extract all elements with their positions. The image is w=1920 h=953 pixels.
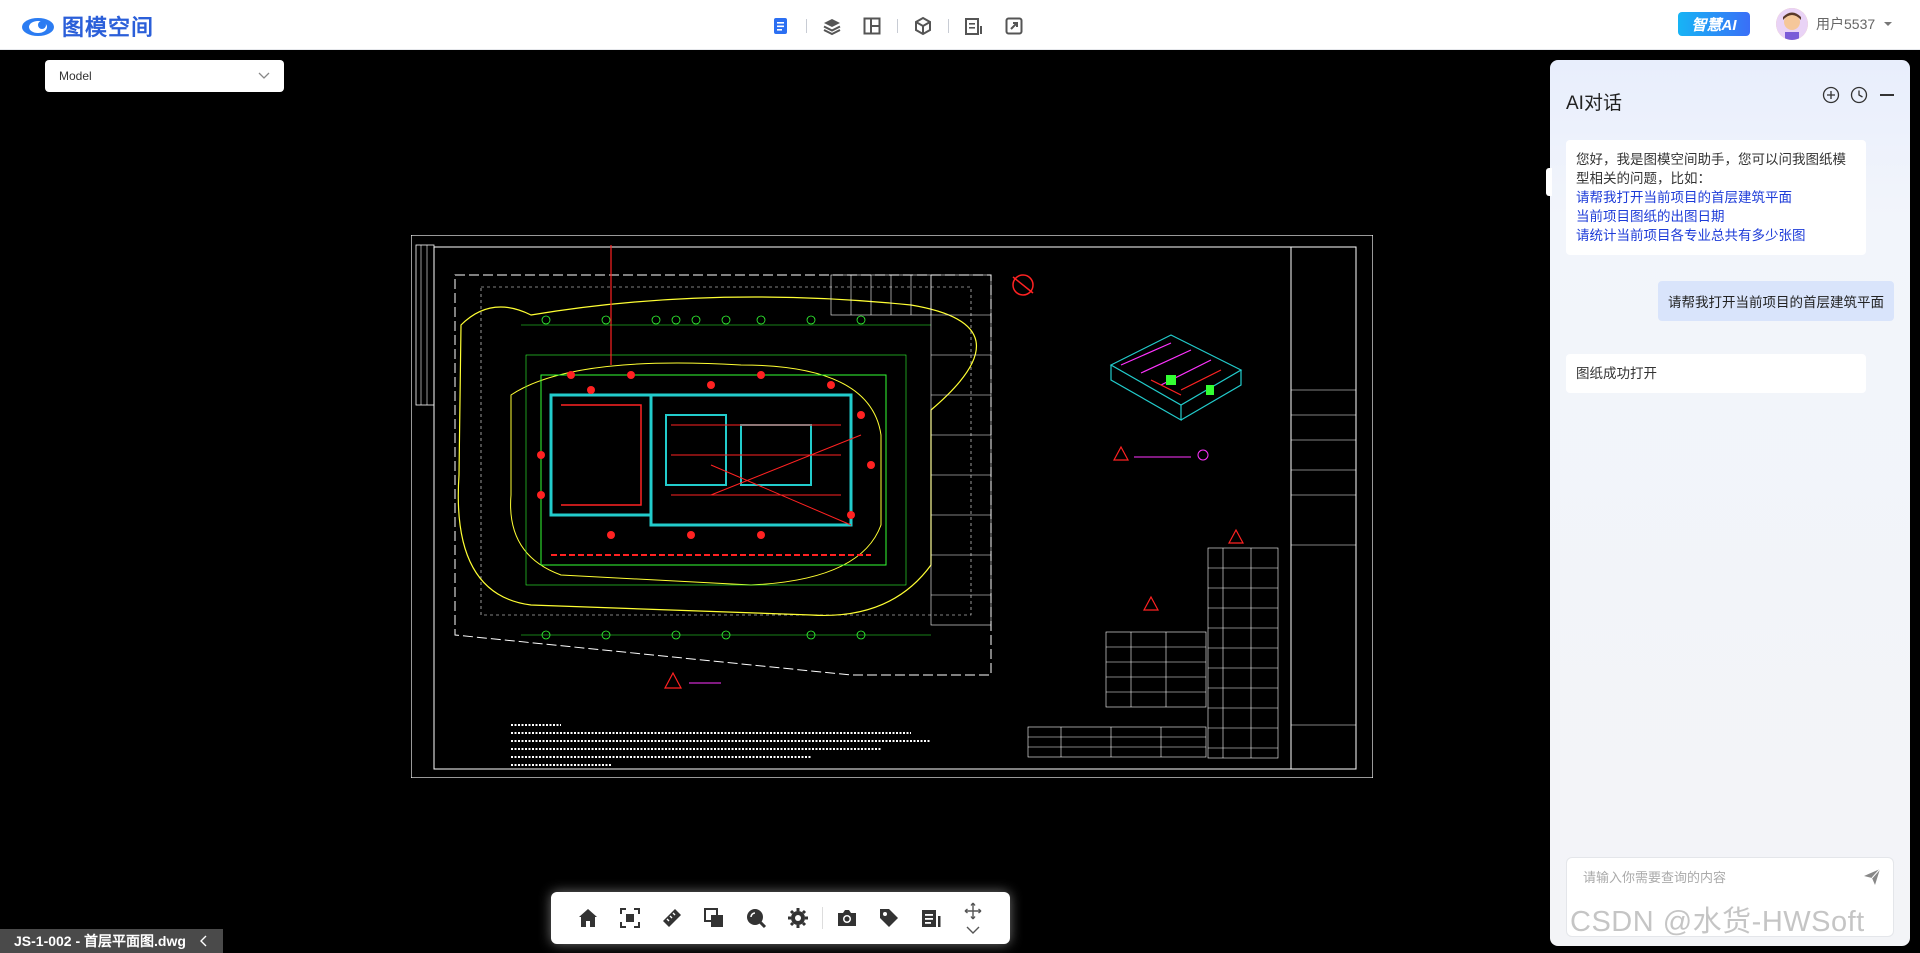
logo-icon: [22, 18, 54, 36]
chevron-left-icon[interactable]: [199, 935, 208, 947]
settings-icon[interactable]: [777, 892, 819, 944]
minimize-icon[interactable]: [1878, 86, 1896, 104]
toolbar-divider: [897, 19, 898, 33]
toolbar-divider: [948, 19, 949, 33]
avatar: [1776, 8, 1808, 40]
grid-panel-icon[interactable]: [859, 13, 885, 39]
ai-reply-message: 图纸成功打开: [1566, 354, 1866, 393]
file-tab[interactable]: JS-1-002 - 首层平面图.dwg: [0, 929, 223, 953]
user-name: 用户5537: [1816, 16, 1876, 32]
greeting-text: 您好，我是图模空间助手，您可以问我图纸模型相关的问题，比如：: [1576, 152, 1846, 186]
chevron-down-icon: [258, 72, 270, 79]
file-tab-label: JS-1-002 - 首层平面图.dwg: [14, 933, 186, 949]
list-icon[interactable]: [910, 892, 952, 944]
toolbar-divider: [806, 19, 807, 33]
panel-title: AI对话: [1566, 93, 1622, 114]
home-icon[interactable]: [567, 892, 609, 944]
history-icon[interactable]: [1850, 86, 1868, 104]
watermark: CSDN @水货-HWSoft: [1570, 906, 1865, 938]
pan-control[interactable]: [952, 892, 994, 944]
smart-ai-button[interactable]: 智慧AI: [1678, 12, 1750, 36]
new-chat-icon[interactable]: [1822, 86, 1840, 104]
camera-icon[interactable]: [826, 892, 868, 944]
toolbar-divider: [822, 907, 823, 929]
suggestion-link[interactable]: 请统计当前项目各专业总共有多少张图: [1576, 226, 1856, 245]
top-toolbar: [768, 13, 1027, 39]
user-menu[interactable]: 用户5537: [1776, 8, 1893, 40]
top-bar: 图模空间 智慧AI 用户5537: [0, 0, 1920, 50]
measure-icon[interactable]: [651, 892, 693, 944]
panel-actions: [1822, 86, 1896, 104]
suggestion-link[interactable]: 请帮我打开当前项目的首层建筑平面: [1576, 188, 1856, 207]
user-message: 请帮我打开当前项目的首层建筑平面: [1658, 281, 1894, 321]
tag-icon[interactable]: [868, 892, 910, 944]
compare-icon[interactable]: [693, 892, 735, 944]
document-icon[interactable]: [768, 13, 794, 39]
pan-icon[interactable]: [964, 902, 982, 920]
suggestion-link[interactable]: 当前项目图纸的出图日期: [1576, 207, 1856, 226]
layout-select[interactable]: Model: [45, 60, 284, 92]
cube-icon[interactable]: [910, 13, 936, 39]
search-zoom-icon[interactable]: [735, 892, 777, 944]
list-icon[interactable]: [961, 13, 987, 39]
viewer-toolbar: [551, 892, 1010, 944]
chat-input[interactable]: [1581, 864, 1855, 890]
layout-select-value: Model: [59, 69, 92, 83]
chevron-down-icon[interactable]: [966, 926, 980, 934]
expand-icon[interactable]: [1001, 13, 1027, 39]
send-icon[interactable]: [1863, 868, 1881, 886]
fit-view-icon[interactable]: [609, 892, 651, 944]
layers-icon[interactable]: [819, 13, 845, 39]
app-logo[interactable]: 图模空间: [20, 10, 154, 42]
ai-chat-panel: AI对话 您好，我是图模空间助手，您可以问我图纸模型相关的问题，比如： 请帮我打…: [1546, 60, 1910, 946]
cad-drawing-viewport[interactable]: [411, 235, 1373, 778]
ai-greeting-message: 您好，我是图模空间助手，您可以问我图纸模型相关的问题，比如： 请帮我打开当前项目…: [1566, 140, 1866, 255]
logo-text: 图模空间: [62, 15, 155, 40]
chevron-down-icon: [1884, 22, 1893, 26]
panel-collapse-handle[interactable]: [1546, 168, 1552, 196]
